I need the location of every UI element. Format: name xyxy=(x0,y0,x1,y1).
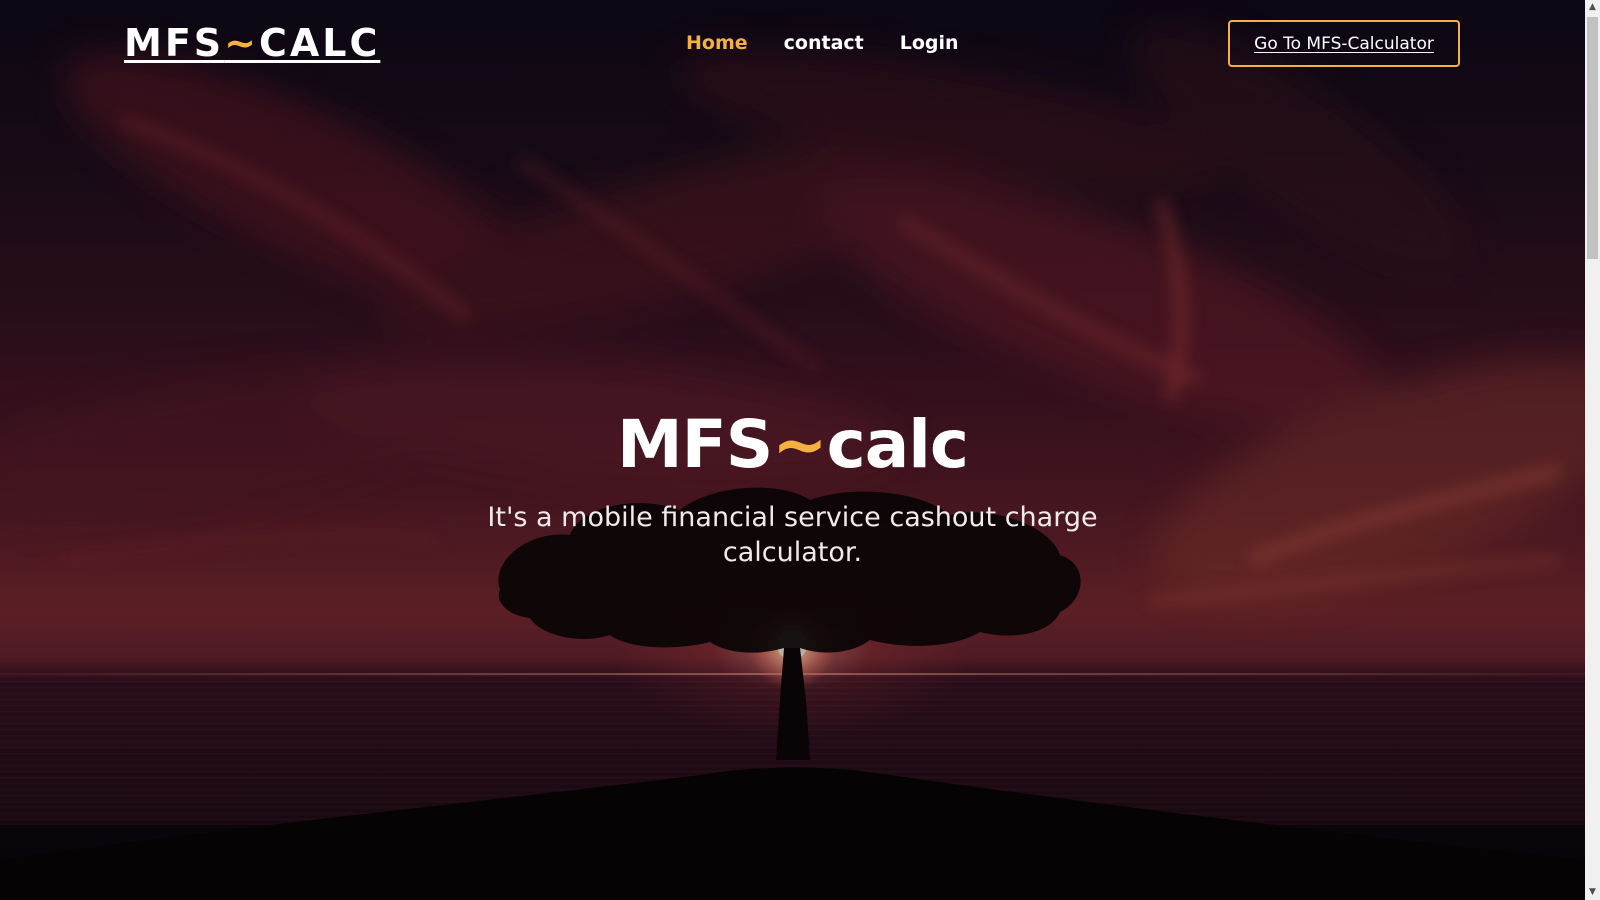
hero-title-tilde: ~ xyxy=(772,406,827,483)
go-to-calculator-button[interactable]: Go To MFS-Calculator xyxy=(1228,20,1460,67)
logo-main-text: MFS xyxy=(124,21,225,65)
page: MFS~CALC Home contact Login Go To MFS-Ca… xyxy=(0,0,1600,900)
navbar: MFS~CALC Home contact Login Go To MFS-Ca… xyxy=(0,0,1585,86)
hero-section: MFS~CALC Home contact Login Go To MFS-Ca… xyxy=(0,0,1585,900)
nav-link-contact[interactable]: contact xyxy=(784,28,864,58)
hero-title: MFS~calc xyxy=(0,405,1585,485)
logo[interactable]: MFS~CALC xyxy=(124,18,380,68)
nav-link-home[interactable]: Home xyxy=(686,28,748,58)
hero-title-end: calc xyxy=(826,406,969,483)
scrollbar-thumb[interactable] xyxy=(1587,17,1598,259)
nav-links: Home contact Login xyxy=(686,28,959,58)
vertical-scrollbar[interactable]: ▲ ▼ xyxy=(1585,0,1600,900)
hero-subtitle: It's a mobile financial service cashout … xyxy=(487,502,1098,568)
hero-title-main: MFS xyxy=(616,406,773,483)
triangle-up-icon[interactable]: ▲ xyxy=(1585,0,1600,15)
triangle-down-icon[interactable]: ▼ xyxy=(1585,885,1600,900)
nav-link-login[interactable]: Login xyxy=(900,28,959,58)
logo-tilde: ~ xyxy=(224,21,259,65)
logo-end-text: CALC xyxy=(258,21,381,65)
